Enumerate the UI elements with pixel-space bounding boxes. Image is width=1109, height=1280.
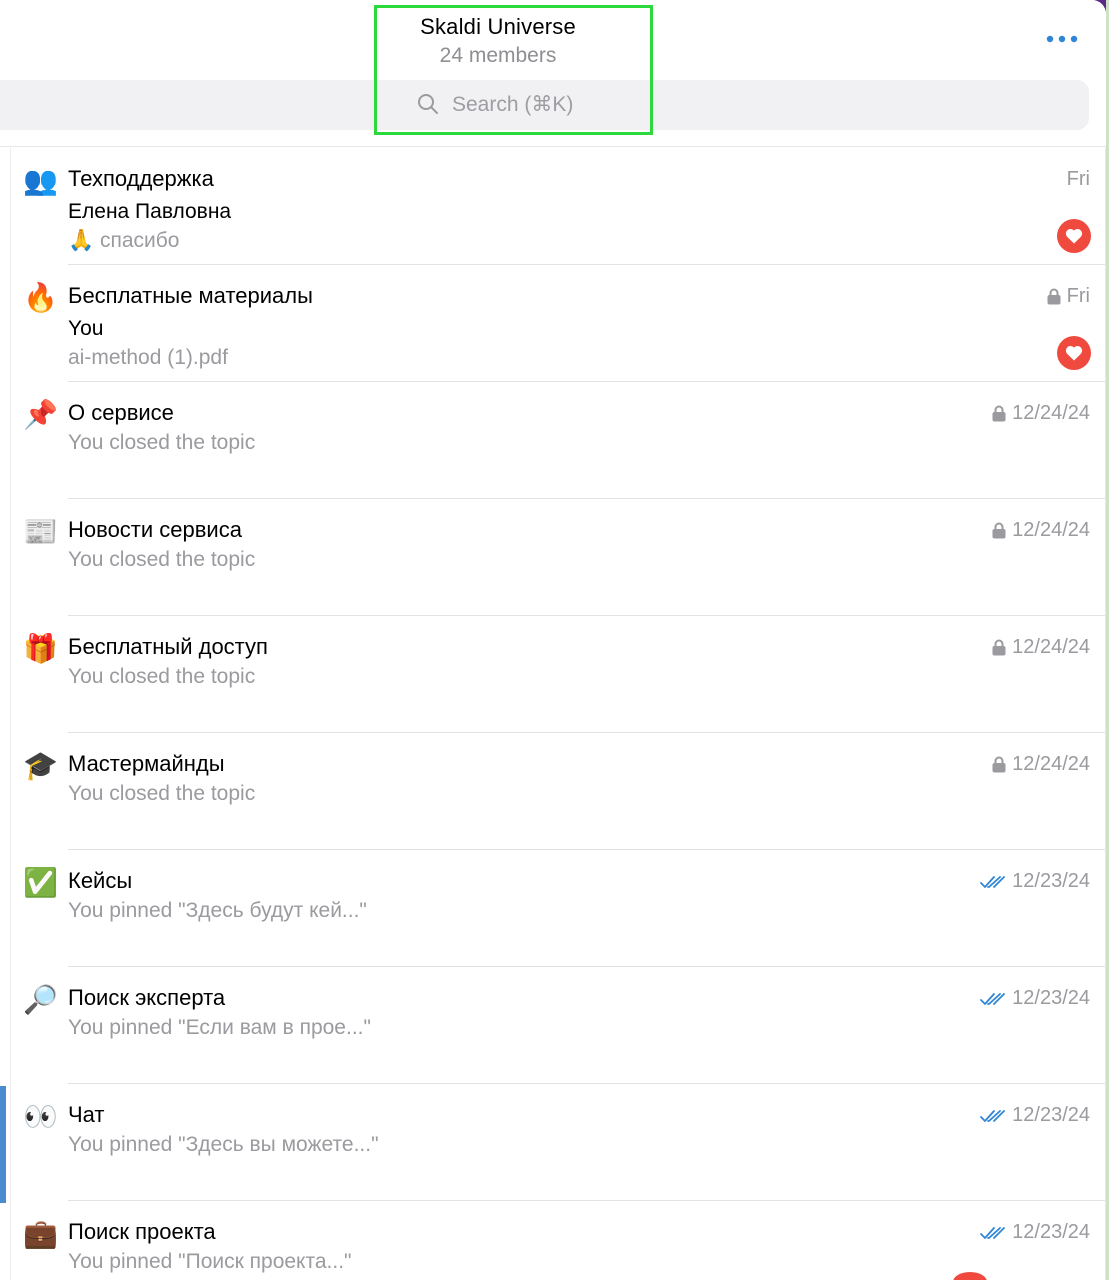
- topic-time: 12/23/24: [1012, 1221, 1090, 1243]
- topic-row[interactable]: 💼 Поиск проекта You pinned "Поиск проекта.…: [11, 1201, 1105, 1280]
- topic-name: Мастермайнды: [68, 751, 225, 776]
- last-message-preview: ai-method (1).pdf: [68, 346, 228, 369]
- last-message-preview: You pinned "Здесь вы можете...": [68, 1133, 379, 1156]
- topic-meta: 12/24/24: [992, 636, 1090, 659]
- magnifier-icon: 🔎: [23, 984, 58, 1015]
- topic-time: 12/23/24: [1012, 987, 1090, 1009]
- topic-time: 12/24/24: [1012, 519, 1090, 541]
- last-message-preview: 🙏 спасибо: [68, 229, 180, 252]
- topic-meta: 12/23/24: [980, 987, 1090, 1010]
- last-message-preview: You pinned "Если вам в прое...": [68, 1016, 371, 1039]
- topic-name: Техподдержка: [68, 166, 214, 191]
- last-message-preview: You closed the topic: [68, 782, 256, 805]
- topic-name: Бесплатные материалы: [68, 283, 313, 308]
- search-icon: [418, 94, 438, 114]
- pushpin-icon: 📌: [23, 399, 58, 430]
- topic-name: Чат: [68, 1102, 105, 1127]
- topic-time: 12/23/24: [1012, 1104, 1090, 1126]
- last-message-sender: Елена Павловна: [68, 200, 232, 223]
- group-header: Skaldi Universe 24 members: [0, 0, 1106, 147]
- topic-time: 12/24/24: [1012, 402, 1090, 424]
- eyes-icon: 👀: [23, 1101, 58, 1132]
- newspaper-icon: 📰: [23, 516, 58, 547]
- topic-row[interactable]: 🎁 Бесплатный доступ You closed the topic 12…: [11, 616, 1105, 733]
- topic-row[interactable]: 👥 Техподдержка Елена Павловна 🙏 спасибо Fri: [11, 148, 1105, 265]
- reaction-badge[interactable]: [1057, 219, 1091, 253]
- topic-meta: 12/24/24: [992, 519, 1090, 542]
- gift-icon: 🎁: [23, 633, 58, 664]
- double-check-icon: [980, 875, 1006, 888]
- topic-row[interactable]: 🎓 Мастермайнды You closed the topic 12/24/2…: [11, 733, 1105, 850]
- app-window: Skaldi Universe 24 members 👥 Техподдержка…: [0, 0, 1109, 1280]
- lock-icon: [992, 522, 1006, 539]
- topic-time: Fri: [1066, 285, 1090, 307]
- double-check-icon: [980, 992, 1006, 1005]
- topic-name: Кейсы: [68, 868, 133, 893]
- topic-row[interactable]: 🔥 Бесплатные материалы You ai-method (1).pd…: [11, 265, 1105, 382]
- topic-name: Поиск проекта: [68, 1219, 216, 1244]
- last-message-sender: You: [68, 317, 104, 340]
- topics-panel: Skaldi Universe 24 members 👥 Техподдержка…: [0, 0, 1106, 1280]
- last-message-preview: You pinned "Здесь будут кей...": [68, 899, 367, 922]
- briefcase-icon: 💼: [23, 1218, 58, 1249]
- heart-icon: [1065, 229, 1083, 244]
- search-input[interactable]: [452, 80, 852, 130]
- topic-row[interactable]: ✅ Кейсы You pinned "Здесь будут кей..." 12/…: [11, 850, 1105, 967]
- lock-icon: [992, 405, 1006, 422]
- topic-time: 12/23/24: [1012, 870, 1090, 892]
- topic-meta: 12/23/24: [980, 1104, 1090, 1127]
- lock-icon: [992, 756, 1006, 773]
- reaction-badge[interactable]: [1057, 336, 1091, 370]
- topic-time: 12/24/24: [1012, 753, 1090, 775]
- topic-meta: 12/24/24: [992, 402, 1090, 425]
- topic-meta: 12/24/24: [992, 753, 1090, 776]
- double-check-icon: [980, 1109, 1006, 1122]
- topic-meta: Fri: [1067, 168, 1090, 191]
- lock-icon: [1047, 288, 1061, 305]
- topic-row[interactable]: 🔎 Поиск эксперта You pinned "Если вам в пр…: [11, 967, 1105, 1084]
- topic-row[interactable]: 📌 О сервисе You closed the topic 12/24/24: [11, 382, 1105, 499]
- group-title[interactable]: Skaldi Universe: [0, 14, 996, 40]
- topic-name: О сервисе: [68, 400, 174, 425]
- topic-meta: Fri: [1047, 285, 1090, 308]
- double-check-icon: [980, 1226, 1006, 1239]
- heart-icon: [1065, 346, 1083, 361]
- last-message-preview: You pinned "Поиск проекта...": [68, 1250, 352, 1273]
- more-dots-icon: [1046, 35, 1078, 43]
- fire-icon: 🔥: [23, 282, 58, 313]
- last-message-preview: You closed the topic: [68, 665, 256, 688]
- topic-time: Fri: [1066, 168, 1090, 190]
- topic-name: Новости сервиса: [68, 517, 242, 542]
- topic-meta: 12/23/24: [980, 870, 1090, 893]
- check-mark-icon: ✅: [23, 867, 58, 898]
- topic-list[interactable]: 👥 Техподдержка Елена Павловна 🙏 спасибо Fri 🔥…: [10, 148, 1106, 1280]
- topic-time: 12/24/24: [1012, 636, 1090, 658]
- active-topic-indicator: [0, 1086, 6, 1203]
- people-icon: 👥: [23, 165, 58, 196]
- topic-row[interactable]: 👀 Чат You pinned "Здесь вы можете..." 12/23…: [11, 1084, 1105, 1201]
- topic-name: Бесплатный доступ: [68, 634, 268, 659]
- graduation-cap-icon: 🎓: [23, 750, 58, 781]
- member-count: 24 members: [439, 44, 557, 67]
- topic-name: Поиск эксперта: [68, 985, 226, 1010]
- lock-icon: [992, 639, 1006, 656]
- last-message-preview: You closed the topic: [68, 431, 256, 454]
- more-menu-button[interactable]: [1040, 26, 1084, 52]
- search-bar[interactable]: [0, 80, 1089, 130]
- topic-row[interactable]: 📰 Новости сервиса You closed the topic 12/2…: [11, 499, 1105, 616]
- last-message-preview: You closed the topic: [68, 548, 256, 571]
- topic-meta: 12/23/24: [980, 1221, 1090, 1244]
